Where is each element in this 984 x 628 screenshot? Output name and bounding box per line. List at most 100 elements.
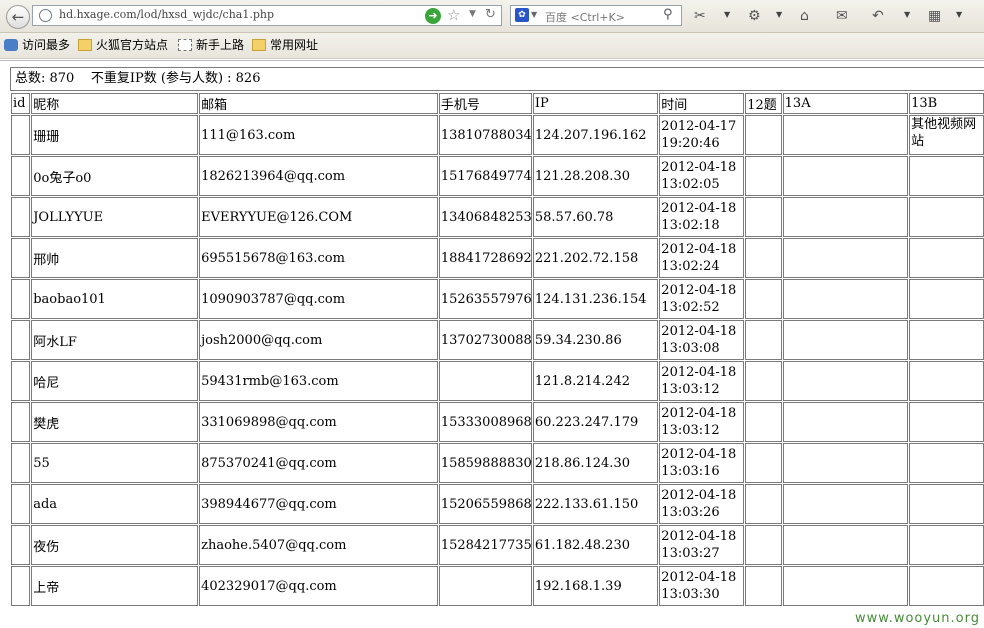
ip-cell: 121.8.214.242 — [532, 361, 659, 401]
bookmark-most-visited[interactable]: 访问最多 — [4, 37, 70, 53]
table-row: 哈尼 59431rmb@163.com 121.8.214.242 2012-04-1… — [11, 361, 984, 401]
q13a-cell — [782, 402, 909, 442]
search-icon[interactable]: ⚲ — [663, 7, 673, 22]
email-cell: 695515678@163.com — [199, 238, 438, 278]
email-cell: 402329017@qq.com — [199, 566, 438, 606]
q12-cell — [745, 115, 782, 155]
id-cell — [11, 484, 31, 524]
table-row: ada 398944677@qq.com 15206559868 222.133.61… — [11, 484, 984, 524]
site-identity-icon[interactable] — [39, 9, 52, 22]
time-cell: 2012-04-18 13:03:12 — [659, 402, 745, 442]
phone-cell: 13406848253 — [438, 197, 532, 237]
url-text[interactable]: hd.hxage.com/lod/hxsd_wjdc/cha1.php — [59, 8, 274, 21]
nickname-cell: 55 — [31, 443, 199, 483]
mail-icon[interactable]: ✉ — [836, 7, 848, 25]
url-dropdown-icon[interactable]: ▼ — [469, 9, 476, 19]
q13b-cell — [909, 156, 984, 196]
time-cell: 2012-04-18 13:03:30 — [659, 566, 745, 606]
id-cell — [11, 402, 31, 442]
email-cell: 111@163.com — [199, 115, 438, 155]
time-cell: 2012-04-18 13:02:52 — [659, 279, 745, 319]
nickname-cell: 0o兔子o0 — [31, 156, 199, 196]
ip-cell: 121.28.208.30 — [532, 156, 659, 196]
ip-cell: 124.131.236.154 — [532, 279, 659, 319]
go-arrow-icon[interactable]: ➜ — [425, 8, 441, 24]
time-cell: 2012-04-18 13:03:08 — [659, 320, 745, 360]
table-row: 上帝 402329017@qq.com 192.168.1.39 2012-04-18… — [11, 566, 984, 606]
q13a-cell — [782, 484, 909, 524]
baidu-engine-icon[interactable]: ✿ — [515, 8, 529, 22]
nickname-cell: JOLLYYUE — [31, 197, 199, 237]
id-cell — [11, 197, 31, 237]
summary-text: 总数: 870 不重复IP数 (参与人数) : 826 — [10, 67, 984, 91]
home-icon[interactable]: ⌂ — [800, 7, 809, 25]
column-header: 12题 — [745, 93, 782, 114]
reload-icon[interactable]: ↻ — [485, 7, 496, 22]
email-cell: zhaohe.5407@qq.com — [199, 525, 438, 565]
watermark: www.wooyun.org — [854, 611, 980, 626]
screenshot-dropdown-icon[interactable]: ▼ — [724, 10, 730, 19]
phone-cell: 15333008968 — [438, 402, 532, 442]
q12-cell — [745, 402, 782, 442]
q13b-cell — [909, 484, 984, 524]
q12-cell — [745, 238, 782, 278]
back-arrow-icon[interactable]: ← — [6, 5, 30, 29]
q13b-cell: 其他视频网站 — [909, 115, 984, 155]
windows-dropdown-icon[interactable]: ▼ — [956, 10, 962, 19]
ip-cell: 59.34.230.86 — [532, 320, 659, 360]
q12-cell — [745, 197, 782, 237]
column-header: id — [11, 93, 31, 114]
url-bar[interactable]: hd.hxage.com/lod/hxsd_wjdc/cha1.php ➜ ☆ … — [32, 5, 502, 26]
nickname-cell: 阿水LF — [31, 320, 199, 360]
phone-cell: 15859888830 — [438, 443, 532, 483]
search-bar[interactable]: ✿ ▼ 百度 <Ctrl+K> ⚲ — [510, 5, 682, 26]
email-cell: 1090903787@qq.com — [199, 279, 438, 319]
time-cell: 2012-04-18 13:03:27 — [659, 525, 745, 565]
addon-icon[interactable]: ⚙ — [748, 7, 761, 25]
q13a-cell — [782, 115, 909, 155]
time-cell: 2012-04-18 13:02:24 — [659, 238, 745, 278]
column-header: 13A — [782, 93, 909, 114]
q13a-cell — [782, 279, 909, 319]
page-icon — [178, 39, 192, 51]
email-cell: josh2000@qq.com — [199, 320, 438, 360]
undo-close-tab-icon[interactable]: ↶ — [872, 7, 884, 25]
bookmark-getting-started[interactable]: 新手上路 — [178, 37, 244, 53]
undo-dropdown-icon[interactable]: ▼ — [904, 10, 910, 19]
q12-cell — [745, 484, 782, 524]
bookmark-firefox-official[interactable]: 火狐官方站点 — [78, 37, 168, 53]
id-cell — [11, 238, 31, 278]
bookmark-label: 新手上路 — [196, 38, 245, 52]
screenshot-tool-icon[interactable]: ✂ — [694, 7, 706, 25]
q12-cell — [745, 361, 782, 401]
bookmark-star-icon[interactable]: ☆ — [447, 6, 460, 24]
ip-cell: 192.168.1.39 — [532, 566, 659, 606]
table-row: 樊虎 331069898@qq.com 15333008968 60.223.247.… — [11, 402, 984, 442]
q13a-cell — [782, 525, 909, 565]
email-cell: EVERYYUE@126.COM — [199, 197, 438, 237]
q13b-cell — [909, 320, 984, 360]
bookmark-label: 火狐官方站点 — [96, 38, 169, 52]
survey-results-table: id 昵称 邮箱 手机号 IP 时间 12题 13A 13B 珊珊 111@163… — [10, 92, 984, 607]
phone-cell: 15263557976 — [438, 279, 532, 319]
addon-dropdown-icon[interactable]: ▼ — [776, 10, 782, 19]
q13b-cell — [909, 197, 984, 237]
id-cell — [11, 115, 31, 155]
q12-cell — [745, 443, 782, 483]
q12-cell — [745, 525, 782, 565]
table-row: 阿水LF josh2000@qq.com 13702730088 59.34.230.… — [11, 320, 984, 360]
nickname-cell: 樊虎 — [31, 402, 199, 442]
table-row: 55 875370241@qq.com 15859888830 218.86.124.… — [11, 443, 984, 483]
windows-icon[interactable]: ▦ — [928, 7, 941, 25]
page-content: 总数: 870 不重复IP数 (参与人数) : 826 id 昵称 邮箱 手机号… — [0, 61, 984, 628]
phone-cell: 13702730088 — [438, 320, 532, 360]
bookmark-common-sites[interactable]: 常用网址 — [252, 37, 318, 53]
phone-cell: 15284217735 — [438, 525, 532, 565]
table-row: 珊珊 111@163.com 13810788034 124.207.196.162 2… — [11, 115, 984, 155]
id-cell — [11, 279, 31, 319]
bookmark-label: 访问最多 — [22, 38, 71, 52]
engine-dropdown-icon[interactable]: ▼ — [531, 10, 537, 19]
email-cell: 59431rmb@163.com — [199, 361, 438, 401]
phone-cell — [438, 361, 532, 401]
search-placeholder[interactable]: 百度 <Ctrl+K> — [545, 9, 625, 25]
